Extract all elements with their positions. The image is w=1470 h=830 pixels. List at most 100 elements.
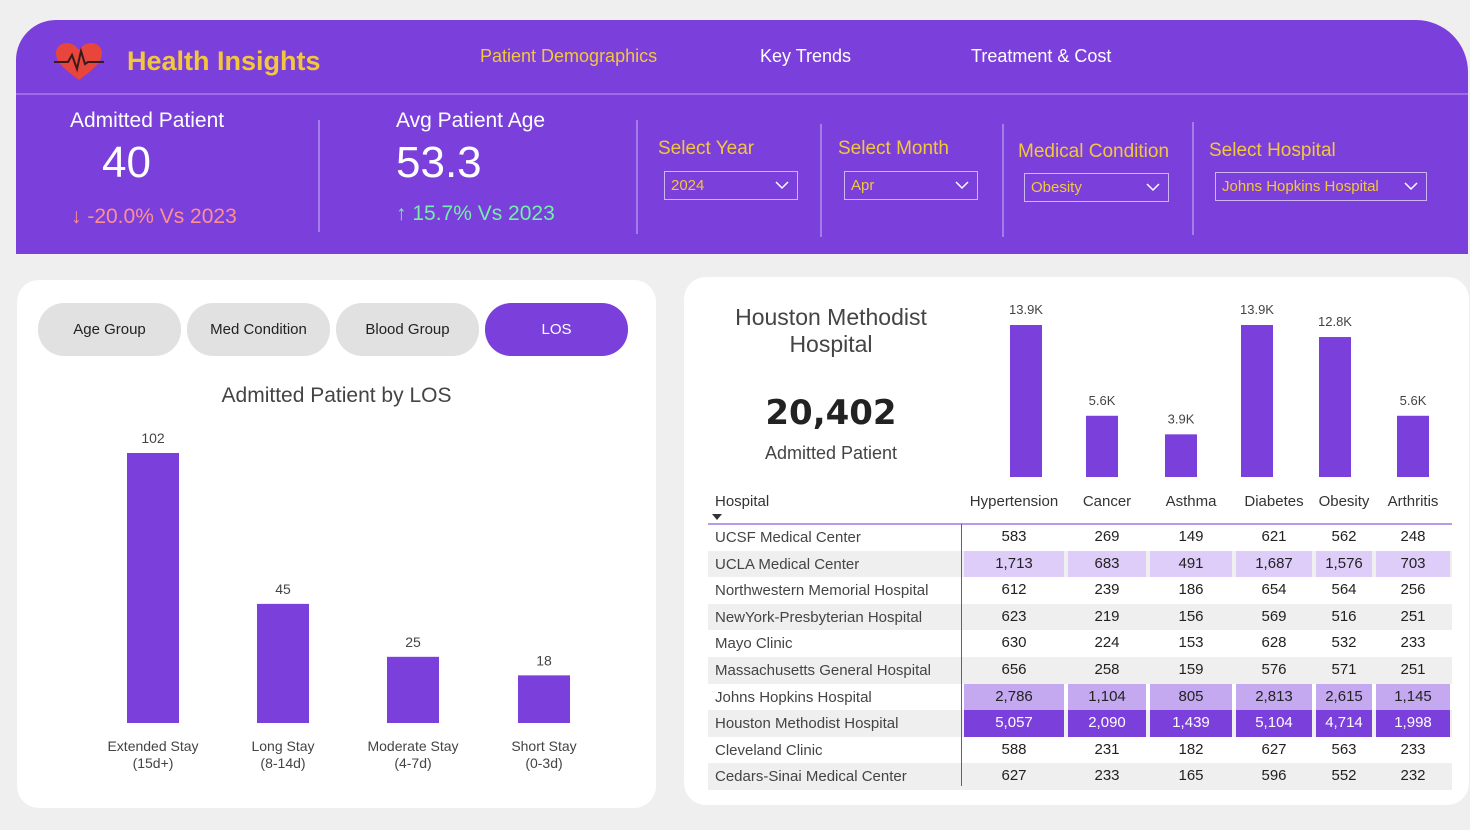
matrix-cell: 233 <box>1094 767 1120 785</box>
matrix-col-header[interactable]: Obesity <box>1314 493 1374 510</box>
filter-divider <box>636 120 638 234</box>
condition-bar[interactable] <box>1241 325 1273 477</box>
filter-condition-label: Medical Condition <box>1018 141 1170 162</box>
matrix-cell: 563 <box>1331 740 1357 758</box>
matrix-cell: 159 <box>1178 661 1204 678</box>
kpi-age-value: 53.3 <box>396 138 482 187</box>
matrix-col-header[interactable]: Asthma <box>1148 493 1234 510</box>
matrix-cell: 532 <box>1331 634 1357 652</box>
nav-patient-demographics[interactable]: Patient Demographics <box>480 46 657 67</box>
matrix-cell: 258 <box>1094 661 1120 678</box>
matrix-cell: 1,713 <box>964 550 1064 578</box>
tab-med-condition[interactable]: Med Condition <box>187 303 330 356</box>
hospital-card: Houston Methodist Hospital 20,402 Admitt… <box>684 277 1469 805</box>
matrix-cell: 588 <box>1001 740 1027 758</box>
table-row[interactable]: Massachusetts General Hospital 656 258 159 5… <box>708 657 1452 684</box>
matrix-col-header[interactable]: Cancer <box>1066 493 1148 510</box>
matrix-cell: 564 <box>1331 581 1357 599</box>
hospital-admitted-label: Admitted Patient <box>764 443 898 463</box>
filter-year-label: Select Year <box>658 138 755 159</box>
los-bar[interactable] <box>518 675 570 723</box>
kpi-admitted-delta: ↓ -20.0% Vs 2023 <box>71 205 237 228</box>
matrix-cell: 571 <box>1331 661 1357 678</box>
chevron-down-icon <box>955 181 969 190</box>
filter-divider <box>820 124 822 237</box>
table-row[interactable]: Mayo Clinic 630 224 153 628 532 233 <box>708 630 1452 657</box>
condition-bar[interactable] <box>1319 337 1351 477</box>
matrix-column-divider <box>961 524 962 786</box>
matrix-cell: 182 <box>1178 740 1204 758</box>
los-bar[interactable] <box>257 603 309 723</box>
matrix-cell: 5,057 <box>964 710 1064 737</box>
nav-treatment-cost[interactable]: Treatment & Cost <box>971 46 1111 67</box>
matrix-cell: 251 <box>1400 607 1426 625</box>
table-row[interactable]: Cleveland Clinic 588 231 182 627 563 233 <box>708 737 1452 764</box>
table-row[interactable]: NewYork-Presbyterian Hospital 623 219 156 56… <box>708 603 1452 631</box>
condition-bar[interactable] <box>1165 434 1197 477</box>
condition-data-label: 5.6K <box>1089 393 1116 408</box>
los-bar[interactable] <box>387 656 439 723</box>
condition-bar[interactable] <box>1397 415 1429 477</box>
hospital-name-cell: UCSF Medical Center <box>715 529 861 546</box>
matrix-cell: 256 <box>1400 581 1426 599</box>
condition-data-label: 13.9K <box>1240 302 1274 317</box>
matrix-cell: 583 <box>1001 528 1027 545</box>
condition-bar[interactable] <box>1086 415 1118 477</box>
tab-age-group[interactable]: Age Group <box>38 303 181 356</box>
matrix-cell: 233 <box>1400 634 1426 652</box>
sort-desc-icon[interactable] <box>712 514 722 520</box>
matrix-cell: 1,687 <box>1236 550 1312 578</box>
condition-data-label: 5.6K <box>1400 393 1427 408</box>
matrix-cell: 149 <box>1178 528 1204 545</box>
matrix-cell: 630 <box>1001 634 1027 652</box>
los-category-label: Moderate Stay <box>367 738 458 754</box>
matrix-cell: 156 <box>1178 607 1204 625</box>
heart-pulse-icon <box>54 43 104 80</box>
table-row[interactable]: UCLA Medical Center 1,713 683 491 1,687 1,576… <box>708 550 1452 578</box>
year-dropdown[interactable]: 2024 <box>664 171 798 200</box>
los-category-label: Long Stay <box>251 738 314 754</box>
table-row[interactable]: Houston Methodist Hospital 5,057 2,090 1,43… <box>708 710 1452 737</box>
matrix-cell: 1,104 <box>1068 683 1146 711</box>
matrix-row-header[interactable]: Hospital <box>715 493 769 510</box>
hospital-name-cell: UCLA Medical Center <box>715 555 860 573</box>
nav-key-trends[interactable]: Key Trends <box>760 46 851 67</box>
los-bar-chart: 102 Extended Stay(15d+) 45 Long Stay(8-14d)… <box>107 430 576 771</box>
filter-divider <box>1002 124 1004 237</box>
header-banner: Health Insights Patient Demographics Key… <box>16 20 1468 254</box>
matrix-cell: 627 <box>1001 767 1027 785</box>
chevron-down-icon <box>775 181 789 190</box>
matrix-cell: 231 <box>1094 740 1120 758</box>
condition-dropdown[interactable]: Obesity <box>1024 173 1169 202</box>
los-bar[interactable] <box>127 453 179 723</box>
tab-los[interactable]: LOS <box>485 303 628 356</box>
month-dropdown[interactable]: Apr <box>844 171 978 200</box>
table-row[interactable]: UCSF Medical Center 583 269 149 621 562 248 <box>708 524 1452 551</box>
table-row[interactable]: Cedars-Sinai Medical Center 627 233 165 596 5… <box>708 763 1452 790</box>
condition-bar[interactable] <box>1010 325 1042 477</box>
hospital-name-cell: Cleveland Clinic <box>715 741 823 759</box>
header-divider <box>16 93 1468 95</box>
matrix-cell: 269 <box>1094 528 1120 545</box>
matrix-cell: 623 <box>1001 607 1027 625</box>
hospital-dropdown[interactable]: Johns Hopkins Hospital <box>1215 172 1427 201</box>
matrix-col-header[interactable]: Diabetes <box>1234 493 1314 510</box>
hospital-name-cell: Houston Methodist Hospital <box>715 715 899 733</box>
condition-data-label: 12.8K <box>1318 314 1352 329</box>
condition-data-label: 13.9K <box>1009 302 1043 317</box>
matrix-col-header[interactable]: Arthritis <box>1374 493 1452 510</box>
table-row[interactable]: Johns Hopkins Hospital 2,786 1,104 805 2,813… <box>708 683 1452 711</box>
hospital-admitted-count: 20,402 <box>765 393 897 433</box>
table-row[interactable]: Northwestern Memorial Hospital 612 239 186 6… <box>708 577 1452 604</box>
matrix-cell: 165 <box>1178 767 1204 785</box>
los-card: Age Group Med Condition Blood Group LOS … <box>17 280 656 808</box>
los-chart-title: Admitted Patient by LOS <box>221 384 452 407</box>
tab-blood-group[interactable]: Blood Group <box>336 303 479 356</box>
matrix-cell: 2,786 <box>964 683 1064 711</box>
matrix-cell: 1,145 <box>1376 683 1450 711</box>
filter-divider <box>1192 122 1194 235</box>
matrix-col-header[interactable]: Hypertension <box>962 493 1066 510</box>
matrix-cell: 233 <box>1400 740 1426 758</box>
matrix-cell: 2,090 <box>1068 710 1146 737</box>
los-category-label: Short Stay <box>511 738 576 754</box>
